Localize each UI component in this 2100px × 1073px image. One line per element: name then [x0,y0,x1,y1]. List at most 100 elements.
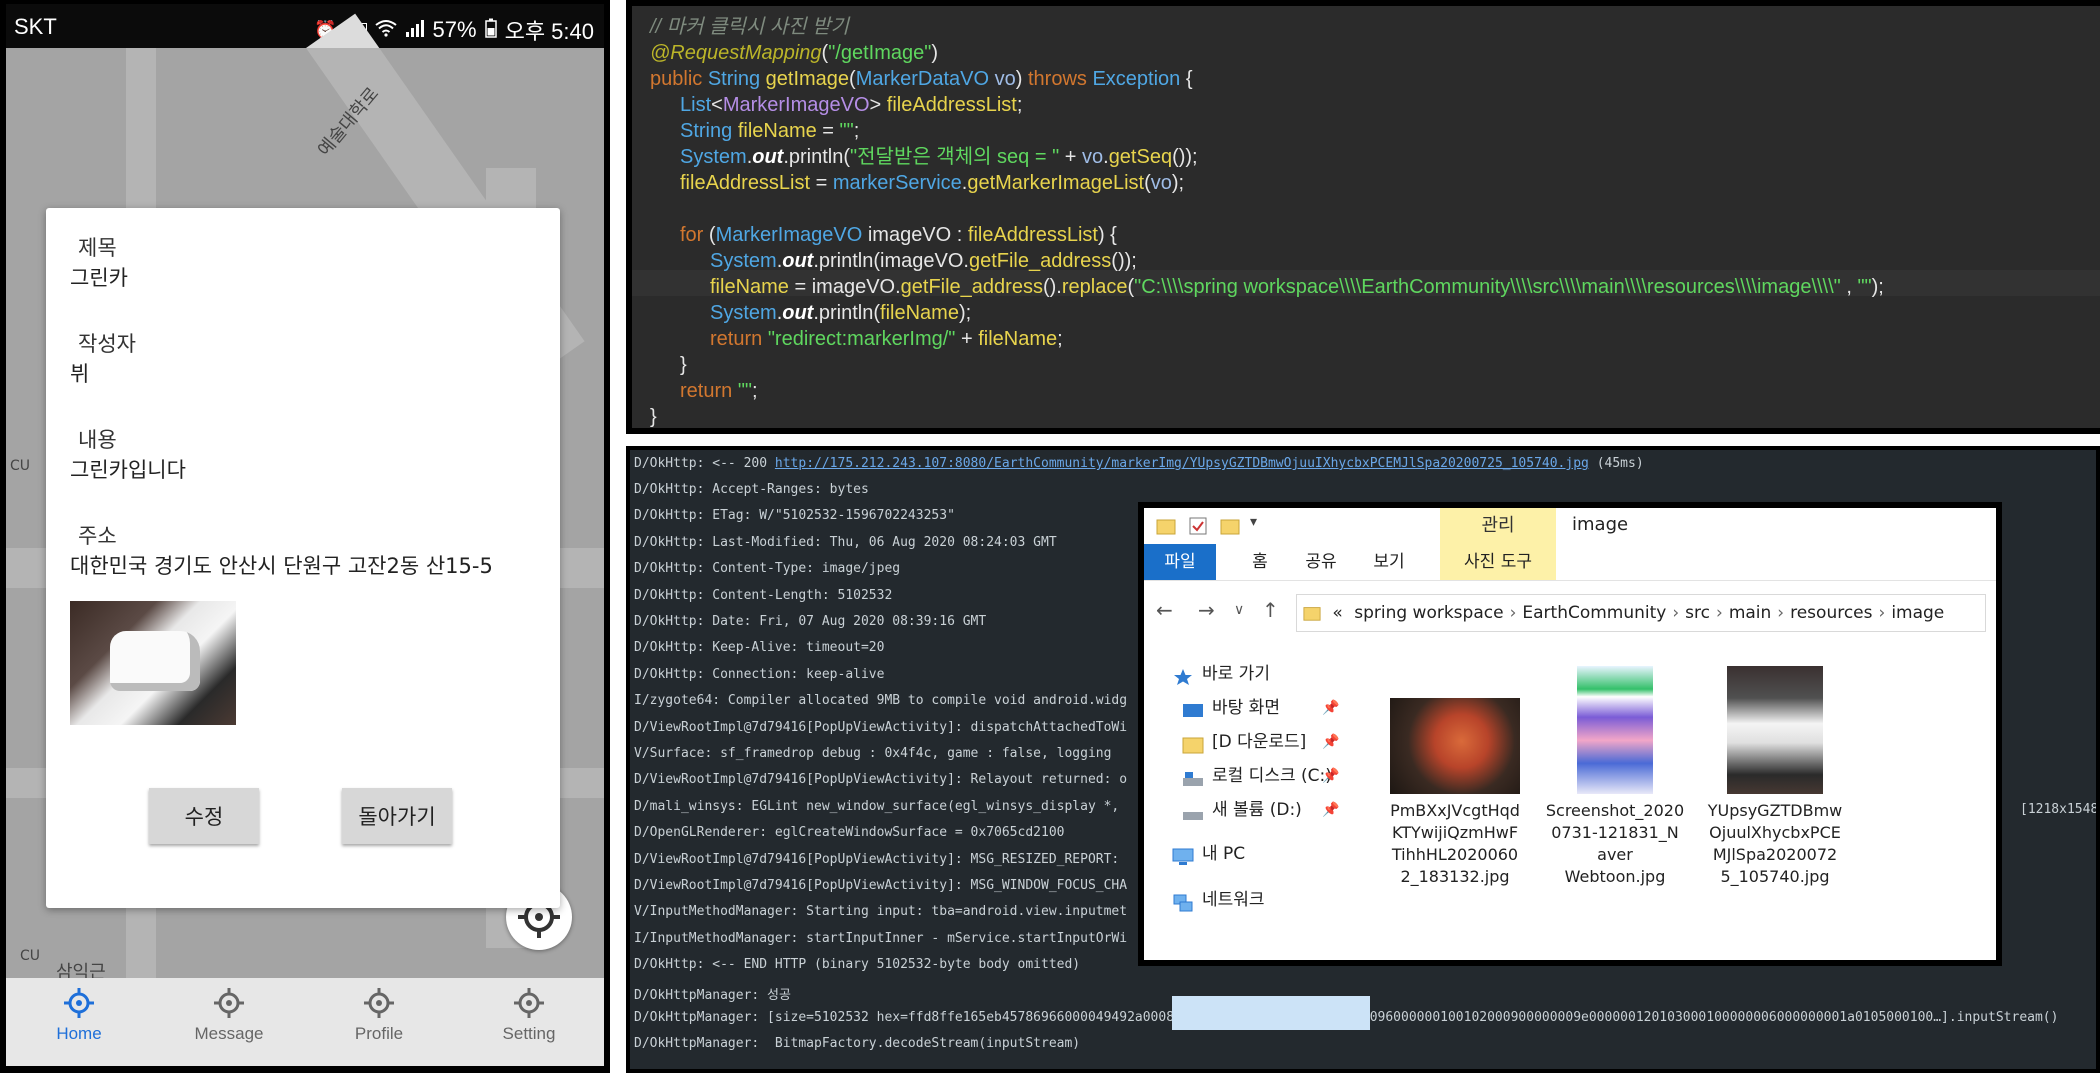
image-thumbnail [1727,666,1823,794]
breadcrumb-item[interactable]: src [1685,603,1710,623]
log-line: I/zygote64: Compiler allocated 9MB to co… [634,693,1128,709]
tree-item-volume-d[interactable]: 새 볼륨 (D:) 📌 [1182,794,1339,826]
log-line: D/ViewRootImpl@7d79416[PopUpViewActivity… [634,719,1128,735]
manage-tab[interactable]: 관리 [1440,508,1556,544]
log-line: D/OkHttp: Date: Fri, 07 Aug 2020 08:39:1… [634,614,987,629]
code-line: } [650,406,657,428]
drive-icon [1182,767,1204,786]
code-line: return ""; [680,380,758,402]
folder-icon [1182,733,1204,754]
marker-detail-dialog: 제목 그린카 작성자 뷔 내용 그린카입니다 주소 대한민국 경기도 안산시 단… [46,208,560,908]
edit-button[interactable]: 수정 [149,788,259,844]
log-url-link[interactable]: http://175.212.243.107:8080/EarthCommuni… [775,456,1589,471]
tab-share[interactable]: 공유 [1296,544,1346,580]
log-line: D/OkHttp: <-- 200 http://175.212.243.107… [634,456,1644,471]
address-bar-row: ← → ∨ ↑ « spring workspace › EarthCommunit… [1144,586,1996,638]
log-line: D/OkHttpManager: 성공 [634,987,791,1003]
file-item[interactable]: Screenshot_2020 0731-121831_N aver Webtoon.… [1540,666,1690,888]
back-button[interactable]: 돌아가기 [342,788,452,844]
pc-icon [1172,845,1194,865]
nav-home-label: Home [56,1024,102,1043]
tab-file[interactable]: 파일 [1144,544,1216,580]
address-bar[interactable]: « spring workspace › EarthCommunity › src › ma… [1296,594,1986,632]
log-line: D/OpenGLRenderer: eglCreateWindowSurface… [634,825,1065,841]
code-editor[interactable]: // 마커 클릭시 사진 받기 @RequestMapping("/getIma… [632,6,2100,428]
breadcrumb-item[interactable]: image [1891,603,1944,623]
code-line: } [680,354,687,376]
code-line: @RequestMapping("/getImage") [650,42,939,64]
pin-icon[interactable]: 📌 [1322,760,1339,792]
breadcrumb-item[interactable]: spring workspace [1354,603,1503,623]
code-line: return "redirect:markerImg/" + fileName; [710,328,1063,350]
log-line: D/OkHttp: Connection: keep-alive [634,666,885,682]
log-line: D/OkHttp: Last-Modified: Thu, 06 Aug 202… [634,534,1057,550]
log-line: D/mali_winsys: EGLint new_window_surface… [634,798,1120,814]
battery-icon [484,18,497,43]
nav-message[interactable]: Message [169,986,289,1044]
chevron-down-icon[interactable]: ▾ [1250,514,1257,530]
signal-icon [405,19,425,42]
crosshair-icon [214,988,244,1018]
tree-item-local-disk-c[interactable]: 로컬 디스크 (C:) 📌 [1182,760,1339,792]
tree-item-quick-access[interactable]: 바로 가기 [1172,658,1270,690]
tree-item-network[interactable]: 네트워크 [1172,884,1265,916]
nav-profile[interactable]: Profile [319,986,439,1044]
author-label: 작성자 [78,332,136,356]
code-line: fileName = imageVO.getFile_address().rep… [710,276,1884,298]
carrier-label: SKT [14,14,57,39]
nav-message-label: Message [194,1024,264,1043]
phone-screenshot: SKT ⏰ HD 57% 오후 5:40 [0,0,610,1073]
crosshair-icon [364,988,394,1018]
path-overflow[interactable]: « [1332,603,1342,623]
log-line: D/ViewRootImpl@7d79416[PopUpViewActivity… [634,772,1128,788]
code-line: public String getImage(MarkerDataVO vo) … [650,68,1193,90]
battery-percent: 57% [432,17,477,42]
nav-profile-label: Profile [354,1024,404,1043]
breadcrumb-separator-icon[interactable]: › [1716,603,1723,623]
content-label: 내용 [78,428,117,452]
log-line: D/OkHttp: Content-Type: image/jpeg [634,561,901,577]
pin-icon[interactable]: 📌 [1322,794,1339,826]
navigation-pane: 바로 가기 바탕 화면 📌 [D 다운로드] 📌 로컬 디스크 (C:) 📌 새 볼륨… [1144,658,1370,1030]
nav-home[interactable]: Home [19,986,139,1044]
breadcrumb-item[interactable]: main [1729,603,1771,623]
address-label: 주소 [78,524,117,548]
tree-item-this-pc[interactable]: 내 PC [1172,838,1245,870]
log-line: D/OkHttp: ETag: W/"5102532-1596702243253… [634,508,955,524]
nav-setting[interactable]: Setting [469,986,589,1044]
up-arrow-icon[interactable]: ↑ [1262,598,1279,622]
properties-icon[interactable] [1188,516,1208,536]
file-item[interactable]: PmBXxJVcgtHqd KTYwijiQzmHwF TihhHL2020060 2… [1380,698,1530,888]
selected-tree-item-highlight [1172,996,1370,1030]
ribbon-tabs: 파일 홈 공유 보기 사진 도구 [1144,544,1996,581]
tree-item-downloads[interactable]: [D 다운로드] 📌 [1182,726,1339,758]
breadcrumb-item[interactable]: resources [1790,603,1872,623]
recent-locations-chevron-icon[interactable]: ∨ [1234,602,1244,618]
title-value: 그린카 [70,266,128,290]
breadcrumb-separator-icon[interactable]: › [1672,603,1679,623]
tab-view[interactable]: 보기 [1364,544,1414,580]
breadcrumb: spring workspace › EarthCommunity › src › main… [1348,603,1950,623]
pin-icon[interactable]: 📌 [1322,692,1339,724]
status-bar: SKT ⏰ HD 57% 오후 5:40 [6,4,604,48]
tab-picture-tools[interactable]: 사진 도구 [1440,544,1556,580]
code-line: String fileName = ""; [680,120,860,142]
nav-setting-label: Setting [502,1024,556,1043]
breadcrumb-item[interactable]: EarthCommunity [1522,603,1666,623]
log-line: D/OkHttp: Content-Length: 5102532 [634,587,893,603]
crosshair-icon [514,988,544,1018]
star-icon [1172,665,1194,685]
tab-home[interactable]: 홈 [1240,544,1280,580]
forward-arrow-icon[interactable]: → [1198,598,1215,622]
tree-item-desktop[interactable]: 바탕 화면 📌 [1182,692,1339,724]
window-title: image [1572,514,1629,535]
breadcrumb-separator-icon[interactable]: › [1510,603,1517,623]
back-arrow-icon[interactable]: ← [1156,598,1173,622]
file-item[interactable]: YUpsyGZTDBmw OjuulXhycbxPCE MJlSpa2020072 5… [1700,666,1850,888]
breadcrumb-separator-icon[interactable]: › [1777,603,1784,623]
breadcrumb-separator-icon[interactable]: › [1879,603,1886,623]
code-line: System.out.println("전달받은 객체의 seq = " + v… [680,146,1198,168]
pin-icon[interactable]: 📌 [1322,726,1339,758]
new-folder-icon[interactable] [1220,516,1240,536]
folder-icon [1156,519,1176,535]
